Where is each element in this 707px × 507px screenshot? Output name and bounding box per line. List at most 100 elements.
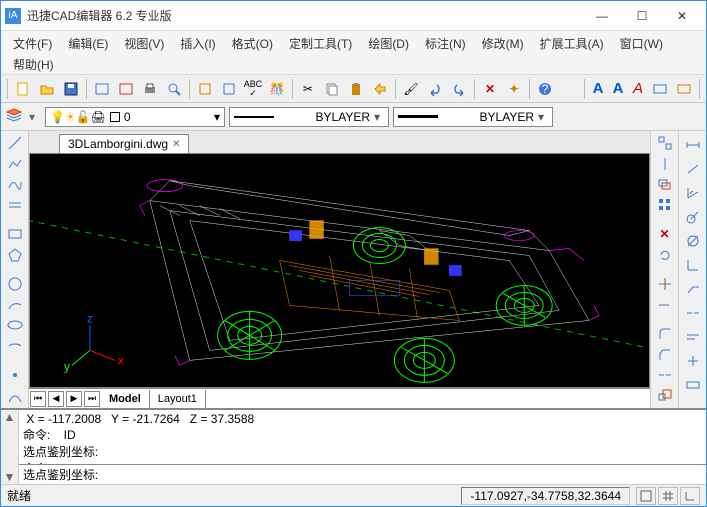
line-tool-icon[interactable] — [4, 135, 26, 152]
break-icon[interactable] — [654, 367, 676, 384]
preview-icon[interactable] — [163, 78, 185, 100]
circle-tool-icon[interactable] — [4, 276, 26, 293]
redo-icon[interactable] — [448, 78, 470, 100]
text-style-a1[interactable]: A — [589, 78, 607, 100]
tool-icon-1[interactable] — [91, 78, 113, 100]
dim-angular-icon[interactable] — [682, 183, 704, 203]
mirror-icon[interactable] — [654, 156, 676, 173]
open-file-icon[interactable] — [36, 78, 58, 100]
linetype-bylayer-selector[interactable]: BYLAYER ▾ — [393, 107, 553, 127]
dim-leader-icon[interactable] — [682, 279, 704, 299]
celebrate-icon[interactable]: 🎊 — [266, 78, 288, 100]
ellipse-arc-tool-icon[interactable] — [4, 338, 26, 355]
polyline-tool-icon[interactable] — [4, 156, 26, 173]
maximize-button[interactable]: ☐ — [622, 2, 662, 30]
array-icon[interactable] — [654, 197, 676, 214]
dim-ordinate-icon[interactable] — [682, 255, 704, 275]
menu-format[interactable]: 格式(O) — [224, 33, 281, 54]
command-scrollbar[interactable]: ▲▼ — [1, 410, 19, 484]
dim-diameter-icon[interactable] — [682, 231, 704, 251]
close-tab-icon[interactable]: ✕ — [172, 139, 180, 150]
arc-tool-icon[interactable] — [4, 297, 26, 314]
menu-edit[interactable]: 编辑(E) — [60, 33, 116, 54]
align-icon[interactable] — [654, 135, 676, 152]
dim-aligned-icon[interactable] — [682, 159, 704, 179]
rotate-icon[interactable] — [654, 247, 676, 264]
linetype-bylayer-label: BYLAYER — [446, 110, 534, 124]
minimize-button[interactable]: — — [582, 2, 622, 30]
menu-window[interactable]: 窗口(W) — [612, 33, 671, 54]
first-tab-icon[interactable]: ⏮ — [30, 391, 46, 407]
command-history[interactable]: X = -117.2008 Y = -21.7264 Z = 37.3588 命… — [19, 410, 706, 464]
paste-icon[interactable] — [345, 78, 367, 100]
next-tab-icon[interactable]: ▶ — [66, 391, 82, 407]
extend-icon[interactable] — [654, 297, 676, 314]
color-bylayer-selector[interactable]: BYLAYER ▾ — [229, 107, 389, 127]
delete-gold-icon[interactable]: ✦ — [503, 78, 525, 100]
print-icon[interactable] — [139, 78, 161, 100]
delete-red-icon[interactable]: ✕ — [479, 78, 501, 100]
dim-linear-icon[interactable] — [682, 135, 704, 155]
tool-icon-2[interactable] — [115, 78, 137, 100]
spellcheck-icon[interactable]: ABC✓ — [242, 78, 264, 100]
erase-red-icon[interactable]: ✕ — [654, 226, 676, 243]
brush-icon[interactable]: 🖌 — [400, 78, 422, 100]
polygon-tool-icon[interactable] — [4, 247, 26, 264]
model-tab[interactable]: Model — [101, 390, 150, 408]
tab-label: 3DLamborgini.dwg — [68, 137, 168, 151]
prev-tab-icon[interactable]: ◀ — [48, 391, 64, 407]
dim-tolerance-icon[interactable] — [682, 375, 704, 395]
spline-tool-icon[interactable] — [4, 176, 26, 193]
scale-icon[interactable] — [654, 388, 676, 405]
drawing-viewport[interactable]: x y z — [29, 153, 650, 388]
curve-tool-icon[interactable] — [4, 388, 26, 405]
layout1-tab[interactable]: Layout1 — [150, 390, 206, 408]
menu-modify[interactable]: 修改(M) — [474, 33, 532, 54]
dropdown-arrow-icon[interactable]: ▾ — [27, 110, 37, 124]
trim-icon[interactable] — [654, 276, 676, 293]
match-icon[interactable] — [369, 78, 391, 100]
last-tab-icon[interactable]: ⏭ — [84, 391, 100, 407]
tool-icon-4[interactable] — [218, 78, 240, 100]
menu-draw[interactable]: 绘图(D) — [360, 33, 417, 54]
save-icon[interactable] — [60, 78, 82, 100]
chamfer-icon[interactable] — [654, 347, 676, 364]
ortho-toggle-icon[interactable] — [680, 487, 700, 505]
undo-icon[interactable] — [424, 78, 446, 100]
menu-insert[interactable]: 插入(I) — [172, 33, 223, 54]
tool-icon-3[interactable] — [194, 78, 216, 100]
menu-custom[interactable]: 定制工具(T) — [281, 33, 360, 54]
multiline-tool-icon[interactable] — [4, 197, 26, 214]
cut-icon[interactable]: ✂ — [297, 78, 319, 100]
dim-radius-icon[interactable] — [682, 207, 704, 227]
text-style-a3[interactable]: A — [629, 78, 647, 100]
copy-icon[interactable] — [321, 78, 343, 100]
layer-stack-icon[interactable] — [5, 107, 23, 126]
menu-annot[interactable]: 标注(N) — [417, 33, 474, 54]
rectangle-tool-icon[interactable] — [4, 226, 26, 243]
ellipse-tool-icon[interactable] — [4, 317, 26, 334]
menu-help[interactable]: 帮助(H) — [5, 54, 62, 75]
menu-extend[interactable]: 扩展工具(A) — [532, 33, 612, 54]
point-tool-icon[interactable] — [4, 367, 26, 384]
new-file-icon[interactable] — [12, 78, 34, 100]
text-style-a2[interactable]: A — [609, 78, 627, 100]
help-icon[interactable]: ? — [534, 78, 556, 100]
snap-toggle-icon[interactable] — [636, 487, 656, 505]
text-tool-icon-2[interactable] — [673, 78, 695, 100]
car-wireframe: x y z — [30, 154, 649, 387]
dim-center-icon[interactable] — [682, 351, 704, 371]
command-input[interactable]: 选点鉴别坐标: — [19, 464, 706, 484]
offset-icon[interactable] — [654, 176, 676, 193]
text-tool-icon[interactable] — [649, 78, 671, 100]
grid-toggle-icon[interactable] — [658, 487, 678, 505]
command-panel: ▲▼ X = -117.2008 Y = -21.7264 Z = 37.358… — [1, 408, 706, 484]
dim-continue-icon[interactable] — [682, 303, 704, 323]
menu-view[interactable]: 视图(V) — [116, 33, 172, 54]
layer-selector[interactable]: 💡 ☀ 🔓 🖨 0 ▾ — [45, 107, 225, 127]
document-tab[interactable]: 3DLamborgini.dwg ✕ — [59, 134, 189, 153]
fillet-icon[interactable] — [654, 326, 676, 343]
close-button[interactable]: ✕ — [662, 2, 702, 30]
dim-baseline-icon[interactable] — [682, 327, 704, 347]
menu-file[interactable]: 文件(F) — [5, 33, 60, 54]
